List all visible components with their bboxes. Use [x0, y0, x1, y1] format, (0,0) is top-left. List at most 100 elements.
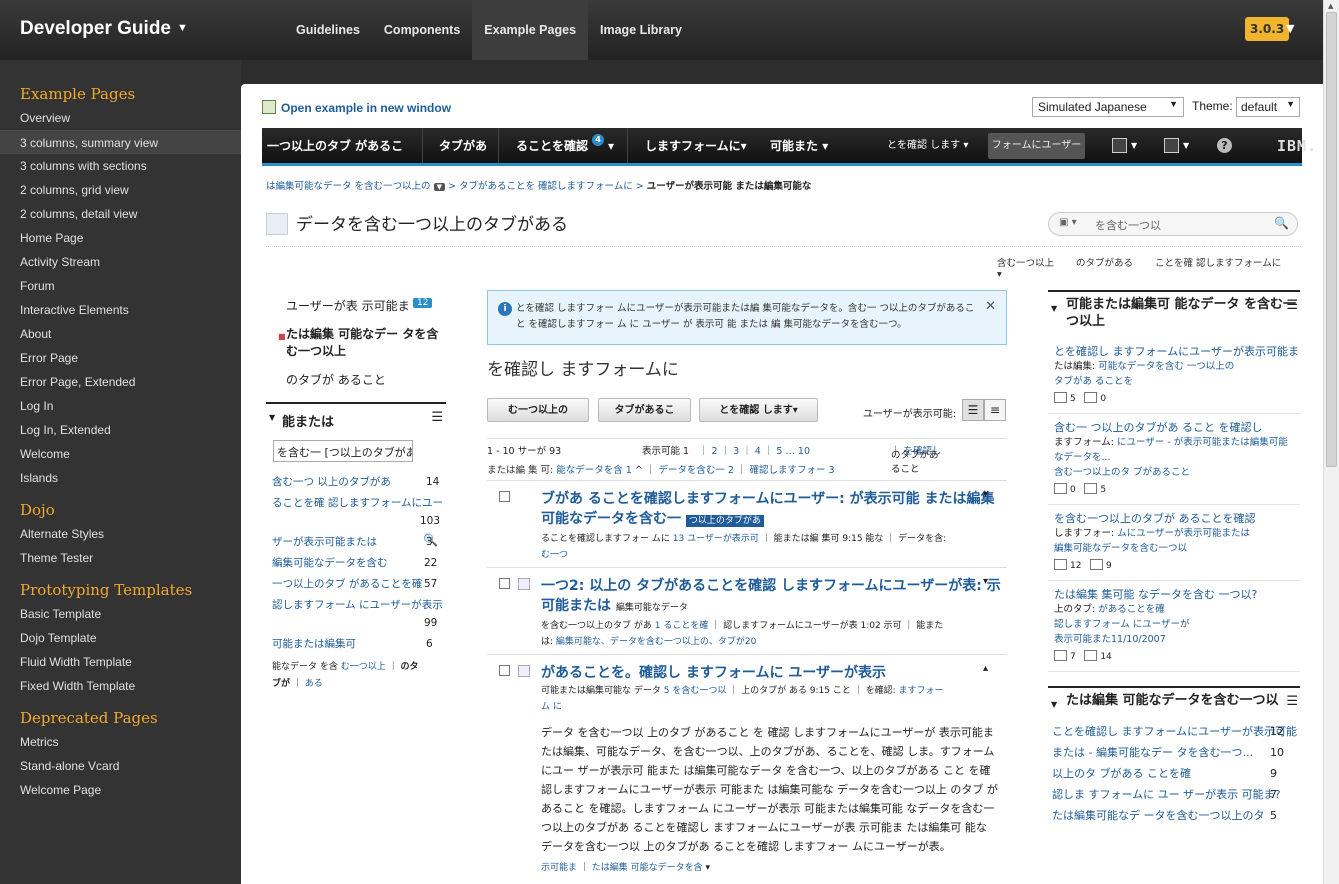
sidebar-item[interactable]: Stand-alone Vcard: [0, 754, 241, 778]
sidebar-item[interactable]: 3 columns with sections: [0, 154, 241, 178]
filter-link[interactable]: 確認しますフォー 3: [750, 465, 835, 476]
share-icon[interactable]: [1112, 138, 1127, 153]
sidebar-item[interactable]: Welcome Page: [0, 778, 241, 802]
select-checkbox[interactable]: [499, 491, 510, 502]
page-link-2[interactable]: のタブがある: [1076, 258, 1133, 269]
left-nav-item-2[interactable]: ■ たは編集 可能なデー タを含む一つ以上: [266, 323, 446, 364]
item-title[interactable]: 含む一 つ以上のタブがあ ること を確認し: [1054, 420, 1300, 435]
list-item[interactable]: 可能または編集可 6: [266, 634, 446, 655]
locale-select[interactable]: Simulated Japanese ▼: [1032, 97, 1184, 117]
breadcrumb-link-1[interactable]: は編集可能なデータ を含む一つ以上の: [266, 181, 431, 192]
item-link[interactable]: なデータを...: [1054, 452, 1111, 463]
list-item[interactable]: 認しますフォーム にユーザーが表示: [266, 595, 446, 616]
left-nav-item-3[interactable]: のタブが あること: [266, 368, 446, 392]
item-link[interactable]: 可能なデータを含む 一つ以上の: [1098, 361, 1234, 372]
list-item[interactable]: 以上のタ ブがある ことを確 9: [1048, 763, 1300, 784]
collapse-icon[interactable]: ▼: [269, 413, 275, 422]
app-tab-1[interactable]: 一つ以上のタブ があるこ: [267, 128, 403, 163]
app-tab-3[interactable]: ることを確認 4 ▾: [516, 128, 614, 163]
list-item[interactable]: または - 編集可能なデー タを含む一つ... 10: [1048, 742, 1300, 763]
nav-example-pages[interactable]: Example Pages: [472, 0, 589, 60]
like-icon[interactable]: [1054, 650, 1067, 661]
right-section-header-2[interactable]: ▼ たは編集 可能なデータを含む一つ以 ☰: [1048, 686, 1300, 717]
expand-icon[interactable]: ▾: [983, 489, 988, 500]
item-title[interactable]: を含む一つ以上のタブが あることを確認: [1054, 511, 1300, 526]
sidebar-item[interactable]: Theme Tester: [0, 546, 241, 570]
collapse-icon[interactable]: ▼: [1051, 696, 1057, 713]
entry-title[interactable]: 一つ2: 以上の タブがあることを確認 しますフォームにユーザーが表: 示可能ま…: [541, 576, 1007, 618]
right-section-header[interactable]: ▼ 可能または編集可 能なデータ を含む一つ以上 ☰: [1048, 290, 1300, 338]
open-example-link[interactable]: Open example in new window: [262, 100, 451, 115]
list-view-icon[interactable]: ☰: [962, 399, 984, 421]
nav-guidelines[interactable]: Guidelines: [284, 0, 372, 60]
select-checkbox[interactable]: [499, 665, 510, 676]
item-link[interactable]: 含む一つ以上のタ ブがあること: [1054, 467, 1190, 478]
comment-icon[interactable]: [1090, 559, 1104, 570]
sidebar-item[interactable]: Error Page: [0, 346, 241, 370]
item-title[interactable]: たは編集 集可能 なデータを含む 一つ以?: [1054, 587, 1300, 602]
entry-title[interactable]: があることを。確認し ますフォームに ユーザーが表示: [541, 663, 1007, 683]
sidebar-item[interactable]: Dojo Template: [0, 626, 241, 650]
expand-icon[interactable]: ▾: [983, 576, 988, 587]
search-scope-icon[interactable]: ▣ ▾: [1059, 217, 1077, 228]
sidebar-item[interactable]: 3 columns, summary view: [0, 130, 241, 154]
nav-image-library[interactable]: Image Library: [588, 0, 694, 60]
filter-link[interactable]: データを含む一 2: [658, 465, 734, 476]
comment-icon[interactable]: [1084, 650, 1098, 661]
list-item[interactable]: 含む一つ 以上のタブがあ 14: [266, 472, 446, 493]
page-link-1[interactable]: 含む一つ以上: [997, 258, 1054, 269]
sidebar-item[interactable]: Fluid Width Template: [0, 650, 241, 674]
chevron-down-icon[interactable]: ▼: [1183, 128, 1189, 163]
app-tab-2[interactable]: タブがあ: [439, 128, 487, 163]
collapse-icon[interactable]: ▼: [1051, 300, 1057, 317]
list-item[interactable]: ことを確認し ますフォームにユーザーが表示可能 12: [1048, 721, 1300, 742]
comment-icon[interactable]: [1084, 392, 1098, 403]
item-link[interactable]: があることを確: [1098, 604, 1165, 615]
sidebar-item[interactable]: Log In: [0, 394, 241, 418]
summary-view-icon[interactable]: ≡: [984, 399, 1006, 421]
help-icon[interactable]: ?: [1217, 138, 1232, 153]
sidebar-item[interactable]: Metrics: [0, 730, 241, 754]
action-button-2[interactable]: タブがあるこ: [598, 398, 691, 422]
list-item[interactable]: たは編集可能なデ ータを含む一つ以上のタ 5: [1048, 805, 1300, 826]
sidebar-item[interactable]: Log In, Extended: [0, 418, 241, 442]
app-tab-4[interactable]: しますフォームに▾: [645, 128, 747, 163]
like-icon[interactable]: [1054, 392, 1067, 403]
page-scrollbar[interactable]: ▲: [1323, 0, 1339, 884]
menu-icon[interactable]: ☰: [1286, 693, 1298, 710]
sidebar-item[interactable]: Error Page, Extended: [0, 370, 241, 394]
list-item[interactable]: 認しま すフォームに ユー ザーが表示 可能ま? 7: [1048, 784, 1300, 805]
action-menu-button[interactable]: とを確認 します▾: [699, 398, 818, 422]
page-links[interactable]: ｜ 2 ｜ 3 ｜ 4 ｜ 5 … 10: [699, 443, 810, 457]
app-action-button[interactable]: フォームにユーザー: [988, 133, 1085, 159]
list-item[interactable]: ることを確 認しますフォームにユー: [266, 493, 446, 514]
list-item[interactable]: ザーが表示可能または 3: [266, 532, 446, 553]
sidebar-item[interactable]: 2 columns, detail view: [0, 202, 241, 226]
item-link[interactable]: 認しますフォーム にユーザーが: [1054, 619, 1190, 630]
sidebar-item[interactable]: Alternate Styles: [0, 522, 241, 546]
footer-link[interactable]: ある: [305, 679, 323, 689]
entry-title[interactable]: ブがあ ることを確認しますフォームにユーザー: が表示可能 または編集可能なデー…: [541, 489, 1007, 531]
footer-link[interactable]: む一つ以上: [341, 662, 386, 672]
sidebar-item[interactable]: Activity Stream: [0, 250, 241, 274]
menu-icon[interactable]: ☰: [1286, 297, 1298, 314]
like-icon[interactable]: [1054, 559, 1067, 570]
action-button-1[interactable]: む一つ以上の: [487, 398, 589, 422]
theme-select[interactable]: default ▼: [1236, 97, 1300, 117]
sidebar-item[interactable]: 2 columns, grid view: [0, 178, 241, 202]
left-search-input[interactable]: を含む一 [つ以上のタブがあ: [273, 440, 413, 462]
sidebar-item[interactable]: Fixed Width Template: [0, 674, 241, 698]
like-icon[interactable]: [1054, 483, 1067, 494]
user-menu[interactable]: とを確認 します ▾: [887, 128, 968, 163]
app-tab-5[interactable]: 可能また ▾: [770, 128, 828, 163]
left-section-header[interactable]: ▼ 能または ☰: [266, 402, 446, 430]
sidebar-item[interactable]: Interactive Elements: [0, 298, 241, 322]
left-nav-item-1[interactable]: ユーザーが表 示可能ま 12: [266, 294, 446, 318]
item-link[interactable]: ムにユーザーが表示可能または: [1117, 528, 1250, 539]
list-item[interactable]: 一つ以上のタブ があることを確 57: [266, 574, 446, 595]
sidebar-item[interactable]: Welcome: [0, 442, 241, 466]
sidebar-item[interactable]: Forum: [0, 274, 241, 298]
chevron-down-icon[interactable]: ▼: [1131, 128, 1137, 163]
developer-guide-title[interactable]: Developer Guide ▼: [20, 18, 188, 40]
sidebar-item[interactable]: Basic Template: [0, 602, 241, 626]
